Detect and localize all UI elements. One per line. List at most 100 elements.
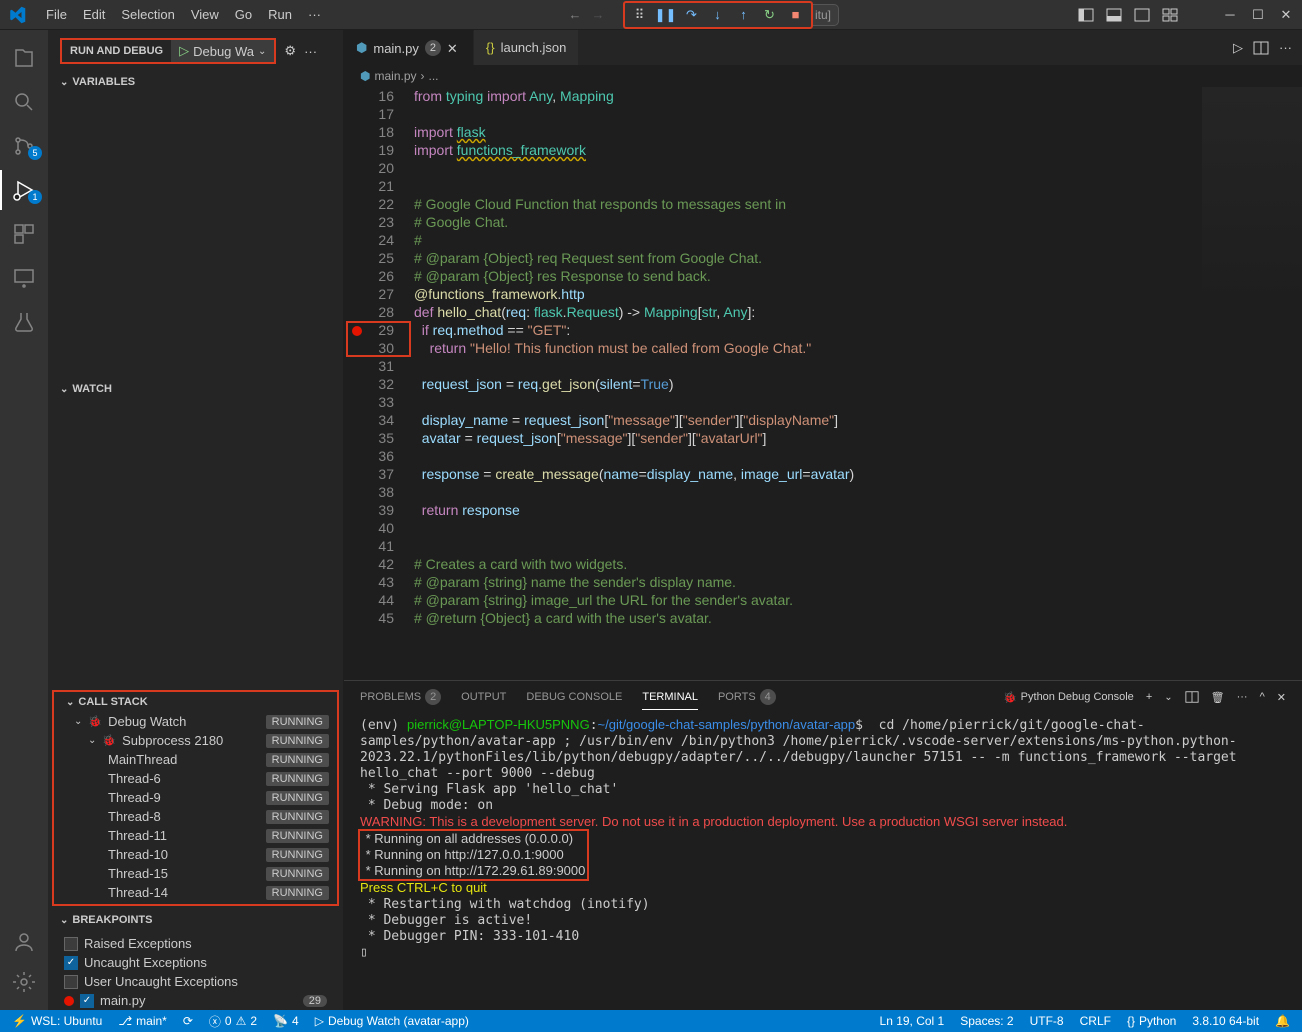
layout-sidebar-right-icon[interactable] [1134, 7, 1150, 23]
menu-run[interactable]: Run [260, 3, 300, 26]
panel-more-icon[interactable]: ··· [1237, 691, 1248, 703]
breakpoint-dot-icon[interactable] [352, 326, 362, 336]
variables-label: VARIABLES [72, 76, 135, 88]
tab-launch-json[interactable]: {} launch.json [474, 30, 579, 65]
panel-tab-debug-console[interactable]: DEBUG CONSOLE [526, 685, 622, 709]
code-editor[interactable]: 1617181920212223242526272829303132333435… [344, 87, 1302, 680]
status-bar: ⚡WSL: Ubuntu ⎇main* ⟳ ⓧ0 ⚠2 📡4 ▷Debug Wa… [0, 1010, 1302, 1032]
menu-edit[interactable]: Edit [75, 3, 113, 26]
debug-restart-icon[interactable]: ↻ [761, 6, 779, 24]
command-center[interactable]: itu] [809, 4, 839, 26]
panel-tab-ports[interactable]: PORTS4 [718, 683, 776, 711]
run-debug-title: RUN AND DEBUG [62, 41, 171, 61]
layout-panel-icon[interactable] [1106, 7, 1122, 23]
status-spaces[interactable]: Spaces: 2 [956, 1014, 1017, 1028]
watch-header[interactable]: ⌄WATCH [48, 379, 343, 399]
activity-scm[interactable]: 5 [0, 126, 48, 166]
window-minimize-icon[interactable]: ─ [1222, 7, 1238, 23]
window-close-icon[interactable]: ✕ [1278, 7, 1294, 23]
status-sync[interactable]: ⟳ [179, 1014, 197, 1028]
nav-back-icon[interactable]: ← [569, 7, 582, 22]
menu-go[interactable]: Go [227, 3, 260, 26]
panel-tab-problems[interactable]: PROBLEMS2 [360, 683, 441, 711]
callstack-row[interactable]: Thread-9RUNNING [54, 788, 337, 807]
menu-view[interactable]: View [183, 3, 227, 26]
tab-main-py[interactable]: ⬢ main.py 2 ✕ [344, 30, 474, 65]
debug-stop-icon[interactable]: ■ [787, 6, 805, 24]
activity-testing[interactable] [0, 302, 48, 342]
debug-step-into-icon[interactable]: ↓ [709, 6, 727, 24]
breakpoint-item[interactable]: ✓main.py29 [48, 991, 343, 1010]
split-editor-icon[interactable] [1253, 40, 1269, 56]
close-panel-icon[interactable]: ✕ [1277, 691, 1286, 704]
maximize-panel-icon[interactable]: ^ [1260, 691, 1265, 703]
breakpoint-item[interactable]: ✓Uncaught Exceptions [48, 953, 343, 972]
callstack-row[interactable]: Thread-14RUNNING [54, 883, 337, 902]
tab-label: PROBLEMS [360, 691, 421, 703]
activity-explorer[interactable] [0, 38, 48, 78]
status-problems[interactable]: ⓧ0 ⚠2 [205, 1013, 261, 1030]
menu-file[interactable]: File [38, 3, 75, 26]
layout-sidebar-left-icon[interactable] [1078, 7, 1094, 23]
activity-search[interactable] [0, 82, 48, 122]
callstack-row[interactable]: ⌄🐞Subprocess 2180RUNNING [54, 731, 337, 750]
callstack-row[interactable]: Thread-15RUNNING [54, 864, 337, 883]
callstack-row[interactable]: Thread-11RUNNING [54, 826, 337, 845]
terminal-profile-selector[interactable]: 🐞Python Debug Console [1003, 691, 1134, 704]
debug-more-icon[interactable]: ··· [304, 44, 317, 59]
breakpoints-header[interactable]: ⌄BREAKPOINTS [48, 910, 343, 930]
status-branch[interactable]: ⎇main* [114, 1014, 171, 1028]
panel-tab-output[interactable]: OUTPUT [461, 685, 506, 709]
status-eol[interactable]: CRLF [1076, 1014, 1115, 1028]
tab-bar: ⬢ main.py 2 ✕ {} launch.json ▷ ··· [344, 30, 1302, 65]
callstack-row[interactable]: Thread-8RUNNING [54, 807, 337, 826]
badge: 4 [760, 689, 776, 705]
editor-more-icon[interactable]: ··· [1279, 40, 1292, 55]
debug-step-over-icon[interactable]: ↷ [683, 6, 701, 24]
callstack-row[interactable]: Thread-10RUNNING [54, 845, 337, 864]
chevron-down-icon[interactable]: ⌄ [1164, 692, 1172, 703]
activity-remote[interactable] [0, 258, 48, 298]
split-terminal-icon[interactable] [1185, 690, 1199, 704]
run-file-icon[interactable]: ▷ [1233, 40, 1243, 56]
status-notifications-icon[interactable]: 🔔 [1271, 1014, 1294, 1028]
status-remote[interactable]: ⚡WSL: Ubuntu [8, 1014, 106, 1028]
activity-settings[interactable] [0, 962, 48, 1002]
activity-accounts[interactable] [0, 922, 48, 962]
window-maximize-icon[interactable]: ☐ [1250, 7, 1266, 23]
debug-config-selector[interactable]: ▷ Debug Wa ⌄ [171, 40, 274, 62]
callstack-header[interactable]: ⌄CALL STACK [52, 690, 339, 712]
layout-customize-icon[interactable] [1162, 7, 1178, 23]
callstack-row[interactable]: MainThreadRUNNING [54, 750, 337, 769]
terminal-output[interactable]: (env) pierrick@LAPTOP-HKU5PNNG:~/git/goo… [344, 713, 1302, 1010]
variables-header[interactable]: ⌄VARIABLES [48, 72, 343, 92]
activity-extensions[interactable] [0, 214, 48, 254]
callstack-row[interactable]: ⌄🐞Debug WatchRUNNING [54, 712, 337, 731]
breadcrumb[interactable]: ⬢ main.py › ... [344, 65, 1302, 87]
antenna-icon: 📡 [273, 1014, 288, 1028]
debug-pause-icon[interactable]: ❚❚ [657, 6, 675, 24]
nav-forward-icon[interactable]: → [592, 7, 605, 22]
debug-step-out-icon[interactable]: ↑ [735, 6, 753, 24]
menu-more[interactable]: ··· [300, 3, 329, 26]
status-python-version[interactable]: 3.8.10 64-bit [1188, 1014, 1263, 1028]
status-debug[interactable]: ▷Debug Watch (avatar-app) [311, 1014, 473, 1028]
menu-selection[interactable]: Selection [113, 3, 182, 26]
minimap[interactable] [1202, 87, 1302, 307]
status-ports[interactable]: 📡4 [269, 1014, 303, 1028]
watch-label: WATCH [72, 383, 112, 395]
panel-tab-terminal[interactable]: TERMINAL [642, 685, 698, 710]
kill-terminal-icon[interactable]: 🗑 [1211, 691, 1225, 704]
debug-settings-icon[interactable]: ⚙ [284, 43, 296, 59]
profile-label: Python Debug Console [1021, 691, 1134, 703]
status-ln-col[interactable]: Ln 19, Col 1 [876, 1014, 949, 1028]
activity-debug[interactable]: 1 [0, 170, 48, 210]
breakpoint-item[interactable]: Raised Exceptions [48, 934, 343, 953]
status-lang[interactable]: {}Python [1123, 1014, 1180, 1028]
breakpoint-item[interactable]: User Uncaught Exceptions [48, 972, 343, 991]
close-icon[interactable]: ✕ [447, 41, 461, 55]
status-encoding[interactable]: UTF-8 [1026, 1014, 1068, 1028]
callstack-row[interactable]: Thread-6RUNNING [54, 769, 337, 788]
debug-grip-icon[interactable]: ⠿ [631, 6, 649, 24]
new-terminal-icon[interactable]: + [1146, 691, 1152, 703]
